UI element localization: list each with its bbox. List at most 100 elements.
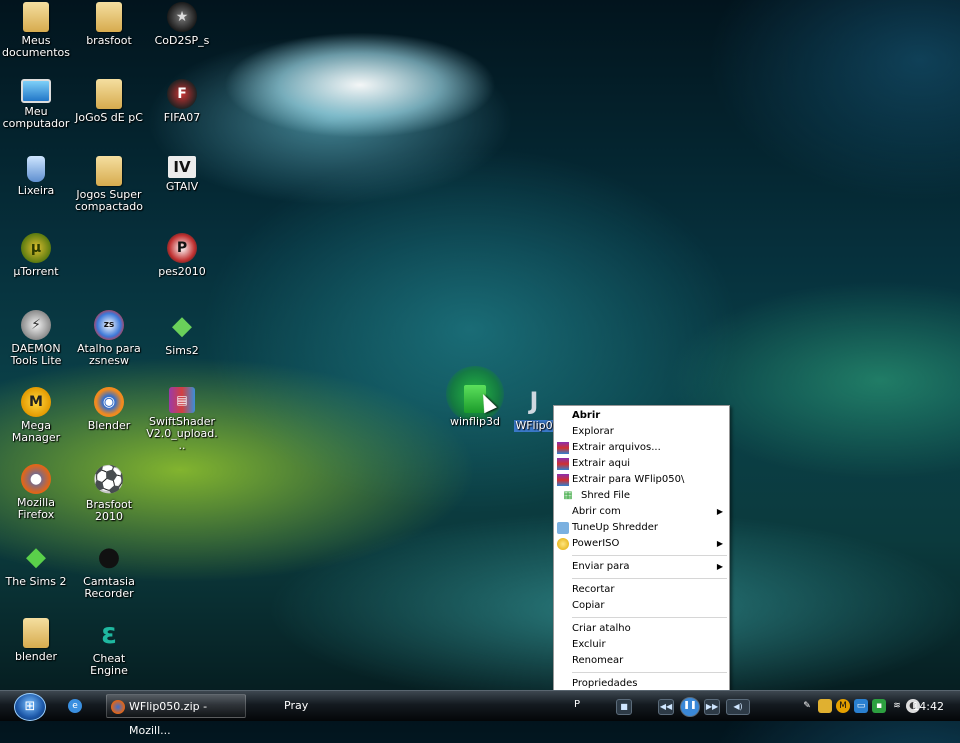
desktop-icon-label: SwiftShader V2.0_upload... [146,415,218,452]
network-icon[interactable]: ▪ [872,699,886,713]
desktop-icon-mega-manager[interactable]: M Mega Manager [0,387,72,444]
desktop-icon-swiftshader[interactable]: ▤ SwiftShader V2.0_upload... [146,387,218,452]
sims-icon: ◆ [172,311,192,341]
desktop-icon-cod2sp[interactable]: ★ CoD2SP_s [146,2,218,47]
desktop-icon-camtasia-recorder[interactable]: ● Camtasia Recorder [73,541,145,600]
firefox-icon: ● [21,464,51,494]
desktop-icon-label: Mozilla Firefox [17,496,55,521]
folder-icon [96,79,122,109]
submenu-arrow-icon: ▶ [716,539,723,548]
desktop-icon-lixeira[interactable]: Lixeira [0,156,72,197]
desktop-icon-sims2[interactable]: ◆ Sims2 [146,310,218,357]
utorrent-icon: µ [21,233,51,263]
menu-item-abrir[interactable]: Abrir [554,408,729,424]
menu-item-label: Criar atalho [572,623,631,634]
desktop-icon-brasfoot-2010[interactable]: ⚽ Brasfoot 2010 [73,464,145,523]
menu-item-label: Extrair para WFlip050\ [572,474,685,485]
desktop-icon-brasfoot[interactable]: brasfoot [73,2,145,47]
menu-item-label: Copiar [572,600,605,611]
folder-tray-icon[interactable] [818,699,832,713]
desktop-icon-the-sims-2[interactable]: ◆ The Sims 2 [0,541,72,588]
desktop-icon-jogos-super-compactado[interactable]: Jogos Super compactado [73,156,145,213]
desktop-icon-label: DAEMON Tools Lite [10,342,62,367]
menu-item-copiar[interactable]: Copiar [554,598,729,614]
tuneup-icon [557,522,569,534]
taskbar-item-firefox[interactable]: WFlip050.zip - Mozill... [106,694,246,737]
menu-item-renomear[interactable]: Renomear [554,653,729,669]
submenu-arrow-icon: ▶ [716,562,723,571]
menu-item-label: Explorar [572,426,614,437]
desktop-icon-label: µTorrent [13,265,59,278]
menu-item-label: TuneUp Shredder [572,522,658,533]
desktop-icon-label: blender [14,650,58,663]
desktop-icon-jogos-de-pc[interactable]: JoGoS dE pC [73,79,145,124]
menu-item-enviar-para[interactable]: Enviar para ▶ [554,559,729,575]
menu-item-extrair-para[interactable]: Extrair para WFlip050\ [554,472,729,488]
previous-icon[interactable]: ◀◀ [658,699,674,715]
pen-icon[interactable]: ✎ [800,699,814,713]
pause-icon[interactable]: ❚❚ [680,697,700,717]
media-player-label: P [574,699,581,710]
desktop-icon-winflip3d[interactable]: winflip3d [439,385,511,428]
desktop-icon-blender-folder[interactable]: blender [0,618,72,663]
folder-icon [96,156,122,186]
desktop-icon-label: Lixeira [17,184,55,197]
menu-item-extrair-aqui[interactable]: Extrair aqui [554,456,729,472]
desktop-icon-label: JoGoS dE pC [75,111,143,124]
desktop-icon-label: brasfoot [86,34,132,47]
desktop-icon-label: Jogos Super compactado [74,188,144,213]
desktop-icon-fifa07[interactable]: F FIFA07 [146,79,218,124]
desktop-icon-meu-computador[interactable]: Meu computador [0,79,72,130]
desktop-icon-label: winflip3d [450,415,500,428]
menu-item-label: Abrir com [572,506,621,517]
clock[interactable]: 14:42 [912,700,944,713]
daemon-tools-icon: ⚡ [21,310,51,340]
taskbar-item-pray[interactable]: Pray [262,694,412,718]
menu-item-abrir-com[interactable]: Abrir com ▶ [554,504,729,520]
desktop-icon-label: Meus documentos [2,34,70,59]
wifi-icon[interactable]: ≋ [890,699,904,713]
desktop-icon-pes2010[interactable]: P pes2010 [146,233,218,278]
quick-launch-ie[interactable]: e [64,694,86,718]
menu-item-extrair-arquivos[interactable]: Extrair arquivos... [554,440,729,456]
menu-separator [572,578,727,579]
desktop-icon-label: Brasfoot 2010 [85,498,133,523]
desktop-icon-cheat-engine[interactable]: ε Cheat Engine [73,618,145,677]
desktop-icon-label: The Sims 2 [5,575,67,588]
desktop-icon-label: FIFA07 [163,111,201,124]
winrar-icon [557,442,569,454]
desktop-icon-wflip050[interactable]: J WFlip0 [514,385,554,432]
desktop-icon-label: pes2010 [158,265,206,278]
volume-icon[interactable]: ◀) [726,699,750,715]
desktop-icon-daemon-tools[interactable]: ⚡ DAEMON Tools Lite [0,310,72,367]
folder-icon [23,618,49,648]
mega-manager-icon[interactable]: M [836,699,850,713]
menu-item-shred-file[interactable]: ▦ Shred File [554,488,729,504]
recycle-bin-icon [27,156,45,182]
desktop-icon-meus-documentos[interactable]: Meus documentos [0,2,72,59]
menu-item-label: Enviar para [572,561,630,572]
game-icon: IV [168,156,196,178]
desktop-icon-gtaiv[interactable]: IV GTAIV [146,156,218,193]
monitor-icon[interactable]: ▭ [854,699,868,713]
desktop-icon-zsnesw[interactable]: zs Atalho para zsnesw [73,310,145,367]
desktop-icon-blender[interactable]: ◉ Blender [73,387,145,432]
next-icon[interactable]: ▶▶ [704,699,720,715]
menu-item-label: Shred File [581,490,630,501]
menu-item-tuneup-shredder[interactable]: TuneUp Shredder [554,520,729,536]
menu-item-recortar[interactable]: Recortar [554,582,729,598]
desktop-icon-utorrent[interactable]: µ µTorrent [0,233,72,278]
desktop-icon-label: WFlip0 [514,419,554,432]
stop-icon[interactable]: ■ [616,699,632,715]
menu-item-excluir[interactable]: Excluir [554,637,729,653]
desktop-icon-mozilla-firefox[interactable]: ● Mozilla Firefox [0,464,72,521]
menu-item-poweriso[interactable]: PowerISO ▶ [554,536,729,552]
blender-icon: ◉ [94,387,124,417]
menu-item-explorar[interactable]: Explorar [554,424,729,440]
wflip-icon: J [529,387,539,415]
soccer-ball-icon: ⚽ [92,465,126,495]
winrar-icon [557,458,569,470]
menu-item-criar-atalho[interactable]: Criar atalho [554,621,729,637]
game-icon: P [167,233,197,263]
start-button[interactable]: ⊞ [14,693,46,721]
